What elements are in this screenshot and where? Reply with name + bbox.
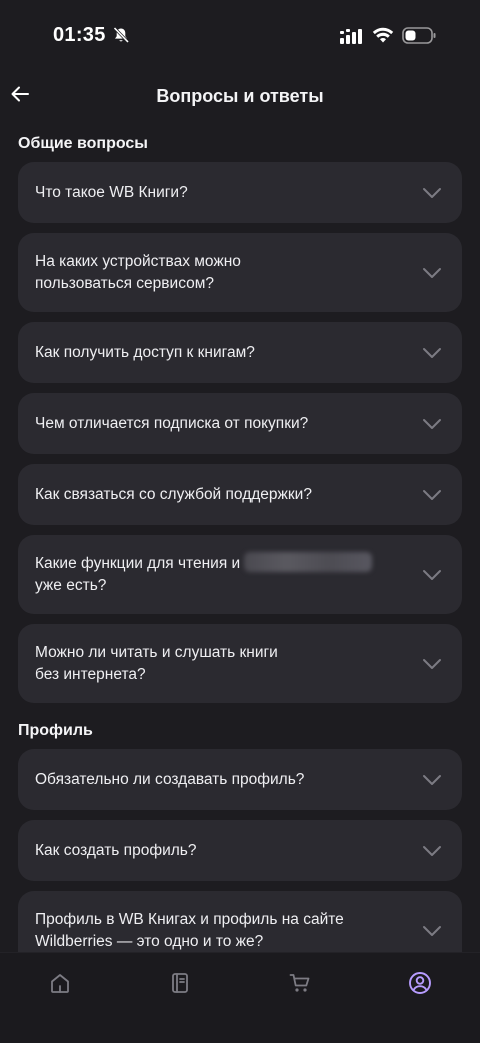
top-nav-bar: Вопросы и ответы [0, 74, 480, 118]
faq-question: Как создать профиль? [35, 841, 197, 859]
chevron-down-icon [423, 845, 441, 856]
faq-item-devices[interactable]: На каких устройствах можно пользоваться … [18, 233, 462, 312]
battery-icon [402, 27, 436, 44]
home-icon [51, 974, 69, 993]
cellular-signal-icon [340, 29, 362, 44]
faq-item-same-profile[interactable]: Профиль в WB Книгах и профиль на сайте W… [18, 891, 462, 952]
profile-icon [409, 972, 431, 994]
faq-question: На каких устройствах можно пользоваться … [35, 252, 241, 292]
chevron-down-icon [423, 347, 441, 358]
faq-item-subscription-vs-purchase[interactable]: Чем отличается подписка от покупки? [18, 393, 462, 454]
chevron-down-icon [423, 418, 441, 429]
faq-question: Как получить доступ к книгам? [35, 343, 255, 361]
faq-question-line1: Какие функции для чтения и [35, 555, 241, 572]
faq-item-reading-features[interactable]: Какие функции для чтения и уже есть? [18, 535, 462, 614]
faq-question: Профиль в WB Книгах и профиль на сайте W… [35, 910, 344, 950]
status-bar: 01:35 [0, 0, 480, 70]
faq-item-profile-required[interactable]: Обязательно ли создавать профиль? [18, 749, 462, 810]
faq-item-access[interactable]: Как получить доступ к книгам? [18, 322, 462, 383]
bottom-tab-bar [0, 952, 480, 1043]
faq-question: Обязательно ли создавать профиль? [35, 770, 305, 788]
chevron-down-icon [423, 658, 441, 669]
faq-question: Как связаться со службой поддержки? [35, 485, 312, 503]
faq-item-offline[interactable]: Можно ли читать и слушать книги без инте… [18, 624, 462, 703]
faq-question-line2: уже есть? [35, 577, 107, 594]
redacted-text [244, 552, 373, 572]
status-time: 01:35 [53, 24, 106, 46]
faq-item-support[interactable]: Как связаться со службой поддержки? [18, 464, 462, 525]
faq-item-create-profile[interactable]: Как создать профиль? [18, 820, 462, 881]
tab-cart[interactable] [280, 963, 320, 1003]
faq-screen: 01:35 Вопросы и ответы Общие вопросы Что… [0, 0, 480, 1043]
cart-icon [289, 974, 310, 992]
chevron-down-icon [423, 774, 441, 785]
section-title-general: Общие вопросы [18, 135, 148, 152]
tab-profile[interactable] [400, 963, 440, 1003]
faq-list[interactable]: Общие вопросы Что такое WB Книги? На как… [0, 126, 480, 952]
book-icon [172, 973, 188, 993]
faq-question: Какие функции для чтения и уже есть? [35, 552, 373, 597]
section-title-profile: Профиль [18, 722, 93, 739]
faq-item-what-is[interactable]: Что такое WB Книги? [18, 162, 462, 223]
tab-home[interactable] [40, 963, 80, 1003]
chevron-down-icon [423, 267, 441, 278]
faq-question: Чем отличается подписка от покупки? [35, 414, 309, 432]
faq-question: Что такое WB Книги? [35, 183, 188, 201]
bell-off-icon [113, 26, 130, 44]
chevron-down-icon [423, 187, 441, 198]
page-title: Вопросы и ответы [156, 86, 324, 106]
wifi-icon [372, 27, 394, 43]
chevron-down-icon [423, 925, 441, 936]
chevron-down-icon [423, 569, 441, 580]
faq-question: Можно ли читать и слушать книги без инте… [35, 643, 278, 683]
tab-library[interactable] [160, 963, 200, 1003]
chevron-down-icon [423, 489, 441, 500]
